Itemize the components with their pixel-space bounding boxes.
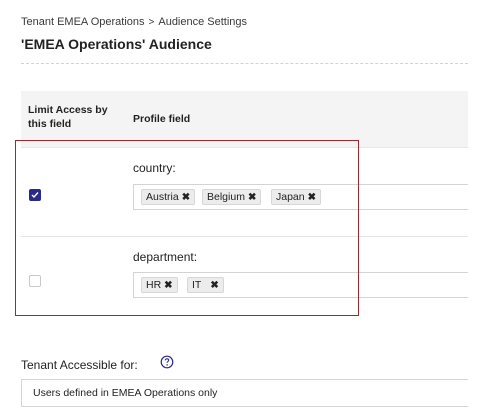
checkmark-icon: [31, 192, 39, 199]
audience-settings-page: Tenant EMEA Operations > Audience Settings…: [0, 0, 494, 417]
tenant-accessible-label: Tenant Accessible for:: [21, 358, 138, 372]
tag-label: Belgium: [207, 191, 245, 203]
tenant-access-selected-value: Users defined in EMEA Operations only: [33, 387, 218, 399]
remove-tag-icon[interactable]: ✖: [248, 192, 256, 203]
limit-checkbox-department[interactable]: [29, 275, 41, 287]
tag-chip-hr: HR ✖: [141, 277, 178, 293]
title-divider: [21, 63, 468, 64]
breadcrumb: Tenant EMEA Operations > Audience Settings: [21, 16, 247, 28]
column-header-profile-field: Profile field: [133, 113, 191, 125]
breadcrumb-current: Audience Settings: [158, 16, 248, 28]
row-divider: [21, 147, 468, 148]
tag-label: IT: [192, 279, 202, 291]
tag-chip-belgium: Belgium ✖: [202, 189, 262, 205]
profile-field-label-country: country:: [133, 161, 176, 175]
column-header-limit-access: Limit Access by this field: [28, 104, 108, 130]
breadcrumb-separator: >: [148, 17, 155, 28]
tag-label: Japan: [276, 191, 305, 203]
tag-label: Austria: [146, 191, 179, 203]
tenant-access-select[interactable]: Users defined in EMEA Operations only: [21, 379, 468, 407]
remove-tag-icon[interactable]: ✖: [308, 192, 316, 203]
department-values-input[interactable]: HR ✖ IT ✖: [133, 272, 468, 298]
tag-chip-austria: Austria ✖: [141, 189, 196, 205]
row-divider: [21, 236, 468, 237]
country-values-input[interactable]: Austria ✖ Belgium ✖ Japan ✖: [133, 184, 468, 210]
remove-tag-icon[interactable]: ✖: [182, 192, 190, 203]
tag-label: HR: [146, 279, 162, 291]
tag-chip-japan: Japan ✖: [271, 189, 321, 205]
table-header: Limit Access by this field Profile field: [21, 91, 468, 147]
profile-field-label-department: department:: [133, 250, 198, 264]
tag-chip-it: IT ✖: [187, 277, 224, 293]
help-circle-icon[interactable]: [160, 355, 174, 369]
remove-tag-icon[interactable]: ✖: [210, 280, 218, 291]
remove-tag-icon[interactable]: ✖: [164, 280, 172, 291]
breadcrumb-tenant-link[interactable]: Tenant EMEA Operations: [21, 16, 145, 28]
page-title: 'EMEA Operations' Audience: [21, 36, 212, 52]
limit-checkbox-country[interactable]: [29, 189, 41, 201]
